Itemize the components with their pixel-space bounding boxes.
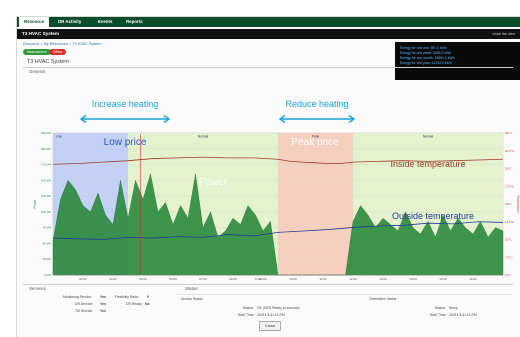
x-tick-label: 15:00: [439, 277, 447, 281]
region-label: Normal: [198, 135, 209, 139]
access-status-label: Status:: [243, 306, 254, 310]
close-button[interactable]: Close: [259, 321, 281, 331]
increase-heating-label: Increase heating: [92, 99, 159, 109]
override-start-time-value: 2/4/14 5:41:19 PM: [449, 313, 477, 317]
monitoring-service-label: Monitoring Service:: [63, 295, 93, 299]
y-left-tick-label: 200 kW: [41, 147, 51, 151]
y-right-tick-label: 5°C: [505, 273, 511, 277]
x-axis-label: Time: [255, 277, 262, 281]
y-left-tick-label: 100 kW: [41, 210, 51, 214]
peak-price-label: Peak price: [291, 137, 339, 148]
x-tick-label: 08:00: [229, 277, 237, 281]
tm-service-value: Yes: [100, 309, 106, 313]
x-tick-label: 12:00: [349, 277, 357, 281]
x-tick-label: 07:00: [199, 277, 207, 281]
status-title: Status: [185, 286, 198, 291]
y-right-tick-label: 12.5°C: [505, 220, 515, 224]
y-left-axis-label: Power: [33, 199, 37, 209]
access-status-title: Access Status: [181, 297, 203, 301]
y-right-tick-label: 20°C: [505, 167, 513, 171]
outside-temperature-label: Outside temperature: [392, 211, 474, 221]
x-tick-label: 03:00: [79, 277, 87, 281]
access-start-time-label: Start Time:: [238, 313, 255, 317]
divider: [23, 284, 513, 285]
x-tick-label: 05:00: [139, 277, 147, 281]
x-tick-label: 10:00: [289, 277, 297, 281]
y-left-tick-label: 150 kW: [41, 178, 51, 182]
region-label: Normal: [423, 135, 434, 139]
power-label: Power: [199, 177, 228, 188]
dr-service-label: DR Service:: [75, 302, 94, 306]
y-right-tick-label: 25°C: [505, 131, 513, 135]
y-left-tick-label: 175 kW: [41, 163, 51, 167]
override-status-label: Status:: [435, 306, 446, 310]
y-right-tick-label: 10°C: [505, 238, 513, 242]
y-left-tick-label: 225 kW: [41, 131, 51, 135]
y-left-tick-label: 125 kW: [41, 194, 51, 198]
x-tick-label: 06:00: [169, 277, 177, 281]
inside-temperature-label: Inside temperature: [390, 159, 465, 169]
monitoring-service-value: Yes: [100, 295, 106, 299]
y-left-tick-label: 25 kW: [42, 257, 51, 261]
flexibility-ratio-value: 0: [147, 295, 149, 299]
y-right-axis-label: Temperature: [516, 195, 520, 213]
x-tick-label: 13:00: [379, 277, 387, 281]
dr-ready-value: No: [145, 302, 150, 306]
tm-service-label: TM Service:: [75, 309, 94, 313]
services-title: Services: [29, 286, 46, 291]
access-status-value: OK (DER Ready to execute): [257, 306, 300, 310]
y-left-tick-label: 0 kW: [44, 273, 51, 277]
y-left-tick-label: 75 kW: [42, 226, 51, 230]
low-price-label: Low price: [104, 137, 147, 148]
dr-ready-label: DR Ready:: [126, 302, 143, 306]
flexibility-ratio-label: Flexibility Ratio:: [115, 295, 139, 299]
dr-service-value: Yes: [100, 302, 106, 306]
x-tick-label: 11:00: [319, 277, 327, 281]
x-tick-label: 16:00: [469, 277, 477, 281]
y-right-tick-label: 17.5°C: [505, 184, 515, 188]
overridden-status-title: Overridden Status: [369, 297, 397, 301]
y-right-tick-label: 15°C: [505, 202, 513, 206]
access-start-time-value: 2/4/14 5:41:19 PM: [257, 313, 285, 317]
divider: [177, 294, 513, 295]
y-right-tick-label: 7.5°C: [505, 255, 513, 259]
reduce-heating-label: Reduce heating: [285, 99, 348, 109]
x-tick-label: 04:00: [109, 277, 117, 281]
price-region: [278, 133, 353, 275]
y-right-tick-label: 22.5°C: [505, 149, 515, 153]
x-tick-label: 14:00: [409, 277, 417, 281]
override-status-value: Sleep: [449, 306, 458, 310]
region-label: Low: [56, 135, 63, 139]
y-left-tick-label: 50 kW: [42, 241, 51, 245]
override-start-time-label: Start Time:: [430, 313, 447, 317]
power-temperature-chart: Low Normal Peak Normal 03:00 04:00 05:00 06:00…: [33, 99, 520, 281]
app-window: Resource DR Activity Events Reports T3 H…: [16, 16, 520, 337]
